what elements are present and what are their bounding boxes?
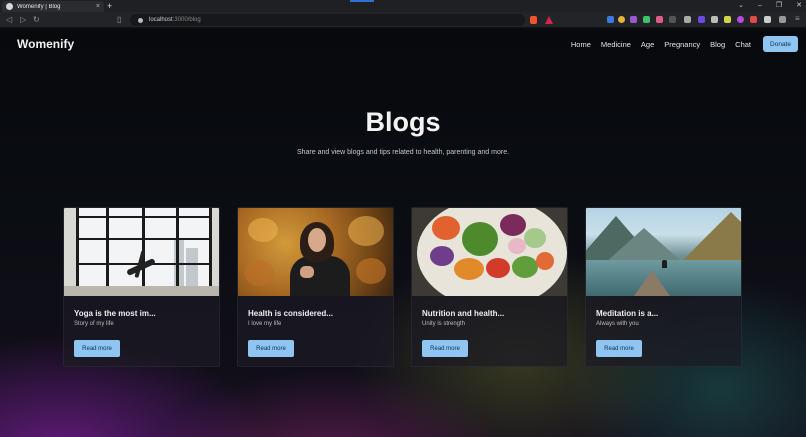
favicon-icon (6, 3, 13, 10)
card-title: Yoga is the most im... (74, 309, 156, 318)
url-host: localhost (149, 17, 173, 23)
extension-icon[interactable] (737, 16, 744, 23)
card-subtitle: Always with you (596, 321, 639, 327)
blog-card[interactable]: Yoga is the most im... Story of my life … (63, 207, 220, 367)
salad-photo (412, 208, 567, 296)
nav-blog[interactable]: Blog (710, 40, 725, 49)
extension-icon[interactable] (750, 16, 757, 23)
tab-title: Womenify | Blog (17, 3, 61, 10)
extension-icon[interactable] (607, 16, 614, 23)
nav-home[interactable]: Home (571, 40, 591, 49)
card-subtitle: Story of my life (74, 321, 114, 327)
close-window-icon[interactable]: ✕ (796, 0, 802, 12)
browser-tab-bar: Womenify | Blog × + ⌄ – ❐ ✕ (0, 0, 806, 12)
lake-photo (586, 208, 741, 296)
card-subtitle: I love my life (248, 321, 282, 327)
blog-card[interactable]: Health is considered... I love my life R… (237, 207, 394, 367)
url-text: localhost:3000/blog (149, 17, 201, 23)
page: Womenify Home Medicine Age Pregnancy Blo… (0, 29, 806, 437)
read-more-button[interactable]: Read more (248, 340, 294, 357)
extension-icon[interactable] (630, 16, 637, 23)
close-tab-icon[interactable]: × (96, 3, 100, 10)
donate-button[interactable]: Donate (763, 36, 798, 52)
card-subtitle: Unity is strength (422, 321, 466, 327)
extension-icon[interactable] (643, 16, 650, 23)
page-subtitle: Share and view blogs and tips related to… (296, 149, 510, 156)
card-title: Meditation is a... (596, 309, 659, 318)
extension-icon[interactable] (656, 16, 663, 23)
puzzle-icon[interactable] (764, 16, 771, 23)
url-path: :3000/blog (172, 17, 201, 23)
nav-medicine[interactable]: Medicine (601, 40, 631, 49)
nav-pregnancy[interactable]: Pregnancy (664, 40, 700, 49)
extension-icon[interactable] (684, 16, 691, 23)
minimize-icon[interactable]: – (758, 0, 762, 12)
site-info-icon[interactable] (138, 17, 143, 23)
address-bar[interactable]: localhost:3000/blog (130, 14, 525, 26)
menu-icon[interactable]: ≡ (795, 14, 800, 24)
nav-age[interactable]: Age (641, 40, 654, 49)
reload-icon[interactable]: ↻ (33, 15, 40, 25)
bookmark-icon[interactable]: ▯ (117, 15, 121, 25)
blog-card-list: Yoga is the most im... Story of my life … (63, 207, 742, 367)
browser-toolbar: ◁ ▷ ↻ ▯ localhost:3000/blog ≡ (0, 12, 806, 28)
brave-rewards-icon[interactable] (545, 16, 553, 24)
back-icon[interactable]: ◁ (6, 15, 12, 25)
autumn-woman-photo (238, 208, 393, 296)
site-logo[interactable]: Womenify (17, 37, 74, 51)
extension-icon[interactable] (724, 16, 731, 23)
window-controls: ⌄ – ❐ ✕ (738, 0, 802, 12)
blog-card[interactable]: Meditation is a... Always with you Read … (585, 207, 742, 367)
read-more-button[interactable]: Read more (422, 340, 468, 357)
card-title: Health is considered... (248, 309, 333, 318)
yoga-photo (64, 208, 219, 296)
new-tab-button[interactable]: + (107, 0, 112, 12)
blog-card[interactable]: Nutrition and health... Unity is strengt… (411, 207, 568, 367)
extension-icon[interactable] (669, 16, 676, 23)
maximize-icon[interactable]: ❐ (776, 0, 782, 12)
read-more-button[interactable]: Read more (596, 340, 642, 357)
tab-accent-line (350, 0, 374, 2)
tab-search-icon[interactable]: ⌄ (738, 0, 744, 12)
browser-tab[interactable]: Womenify | Blog × (2, 1, 104, 12)
read-more-button[interactable]: Read more (74, 340, 120, 357)
extension-icon[interactable] (618, 16, 625, 23)
main-nav: Home Medicine Age Pregnancy Blog Chat (571, 40, 751, 49)
sidebar-icon[interactable] (779, 16, 786, 23)
brave-shield-icon[interactable] (530, 16, 537, 24)
extension-icon[interactable] (698, 16, 705, 23)
forward-icon[interactable]: ▷ (20, 15, 26, 25)
extension-icon[interactable] (711, 16, 718, 23)
nav-chat[interactable]: Chat (735, 40, 751, 49)
card-title: Nutrition and health... (422, 309, 505, 318)
page-title: Blogs (365, 107, 441, 137)
